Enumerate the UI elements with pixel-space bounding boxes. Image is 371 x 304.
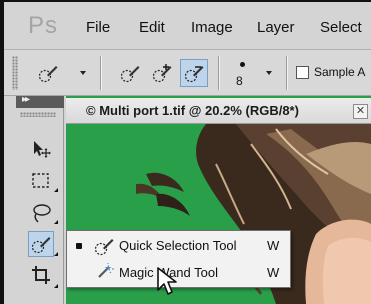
options-grip[interactable] bbox=[12, 56, 18, 90]
brush-preview-dot[interactable] bbox=[240, 62, 245, 67]
collapse-arrows-icon[interactable]: ▸▸ bbox=[22, 94, 30, 105]
flyout-item-quick-selection[interactable]: Quick Selection Tool W bbox=[67, 233, 290, 259]
lasso-tool[interactable] bbox=[28, 200, 54, 226]
chevron-down-icon[interactable] bbox=[266, 71, 272, 75]
menu-select[interactable]: Select bbox=[320, 19, 362, 36]
flyout-item-magic-wand[interactable]: Magic Wand Tool W bbox=[67, 260, 290, 286]
selected-bullet-icon bbox=[76, 243, 82, 249]
photoshop-logo: Ps bbox=[28, 12, 59, 39]
chevron-down-icon[interactable] bbox=[80, 71, 86, 75]
close-document-button[interactable]: ✕ bbox=[353, 104, 368, 119]
lasso-icon bbox=[33, 204, 51, 223]
flyout-item-label: Quick Selection Tool bbox=[119, 238, 237, 253]
marquee-tool[interactable] bbox=[28, 168, 54, 194]
separator bbox=[100, 56, 102, 90]
move-tool[interactable] bbox=[28, 136, 54, 162]
document-title-bar[interactable]: © Multi port 1.tif @ 20.2% (RGB/8*) ✕ bbox=[66, 98, 371, 124]
crop-icon bbox=[32, 266, 50, 284]
add-selection-brush-icon bbox=[152, 64, 172, 83]
sample-all-layers-label: Sample A bbox=[314, 65, 366, 79]
menu-layer[interactable]: Layer bbox=[257, 19, 295, 36]
magic-wand-icon bbox=[98, 263, 114, 278]
crop-tool[interactable] bbox=[28, 262, 54, 288]
menu-bar: Ps File Edit Image Layer Select bbox=[4, 2, 371, 50]
quick-selection-icon bbox=[38, 66, 58, 83]
tool-group-indicator bbox=[54, 220, 58, 224]
tool-group-indicator bbox=[54, 284, 58, 288]
quick-selection-icon bbox=[94, 239, 114, 256]
tools-panel: ▸▸ bbox=[4, 94, 64, 304]
tool-group-indicator bbox=[54, 252, 58, 256]
subtract-selection-brush-icon bbox=[184, 66, 204, 83]
brush-size-value[interactable]: 8 bbox=[236, 74, 243, 88]
document-title: © Multi port 1.tif @ 20.2% (RGB/8*) bbox=[86, 103, 299, 118]
separator bbox=[286, 56, 288, 90]
tools-panel-header[interactable]: ▸▸ bbox=[16, 94, 64, 108]
marquee-icon bbox=[32, 173, 49, 188]
new-selection-button[interactable] bbox=[116, 59, 144, 87]
tool-group-indicator bbox=[54, 188, 58, 192]
quick-selection-icon bbox=[31, 237, 51, 254]
sample-all-layers-checkbox[interactable] bbox=[296, 66, 309, 79]
separator bbox=[218, 56, 220, 90]
tool-preset-picker[interactable] bbox=[34, 59, 62, 87]
quick-selection-tool[interactable] bbox=[28, 231, 54, 257]
options-bar: 8 Sample A bbox=[4, 50, 371, 96]
tool-flyout-menu: Quick Selection Tool W Magic Wand Tool W bbox=[66, 230, 291, 288]
move-icon bbox=[34, 141, 51, 158]
subtract-from-selection-button[interactable] bbox=[180, 59, 208, 87]
new-selection-brush-icon bbox=[120, 66, 140, 83]
flyout-shortcut: W bbox=[267, 238, 280, 253]
mouse-pointer-icon bbox=[157, 267, 177, 295]
menu-image[interactable]: Image bbox=[191, 19, 233, 36]
tools-grip[interactable] bbox=[20, 112, 56, 117]
menu-file[interactable]: File bbox=[86, 19, 110, 36]
flyout-shortcut: W bbox=[267, 265, 280, 280]
add-to-selection-button[interactable] bbox=[148, 59, 176, 87]
menu-edit[interactable]: Edit bbox=[139, 19, 165, 36]
